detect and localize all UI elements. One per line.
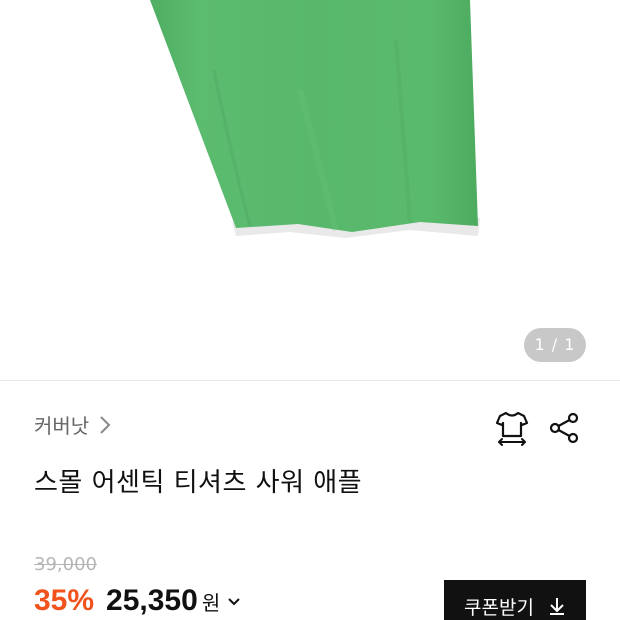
product-title: 스몰 어센틱 티셔츠 사워 애플 <box>34 468 363 498</box>
discount-rate: 35% <box>34 584 95 617</box>
sale-price: 25,350 <box>106 584 198 617</box>
share-button[interactable] <box>544 410 584 450</box>
product-image <box>150 0 480 238</box>
chevron-down-icon[interactable] <box>226 594 242 610</box>
currency-unit: 원 <box>201 591 221 615</box>
product-image-carousel[interactable]: 1 / 1 <box>0 0 620 380</box>
coupon-button-label: 쿠폰받기 <box>464 596 534 619</box>
brand-name: 커버낫 <box>34 414 90 438</box>
product-actions <box>492 410 584 450</box>
tshirt-size-icon <box>495 410 529 450</box>
product-detail-page: 1 / 1 커버낫 스몰 어센틱 티셔츠 사워 애플 39,000 35% 25… <box>0 0 620 620</box>
section-divider <box>0 380 620 381</box>
chevron-right-icon <box>97 414 113 436</box>
coupon-download-button[interactable]: 쿠폰받기 <box>444 580 586 620</box>
brand-link[interactable]: 커버낫 <box>34 410 113 439</box>
image-pager-indicator: 1 / 1 <box>524 328 586 362</box>
price-row[interactable]: 35% 25,350 원 <box>34 584 242 618</box>
download-icon <box>548 596 566 616</box>
share-icon <box>548 412 580 448</box>
original-price: 39,000 <box>34 554 97 575</box>
size-guide-button[interactable] <box>492 410 532 450</box>
